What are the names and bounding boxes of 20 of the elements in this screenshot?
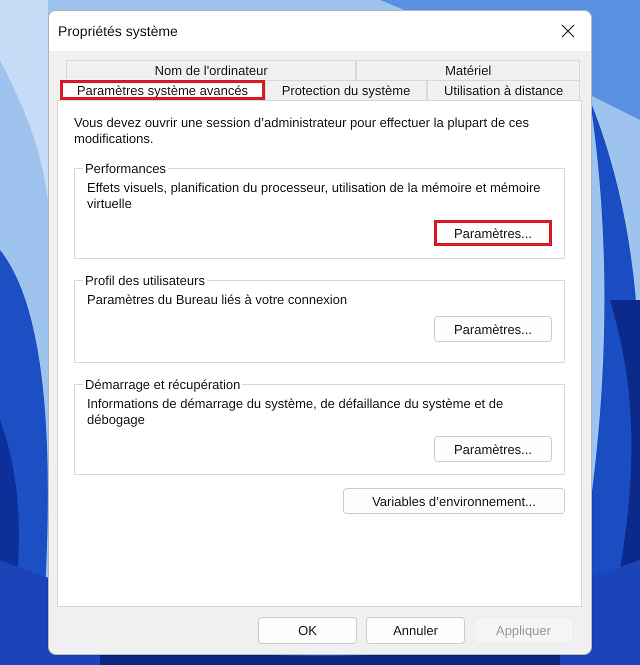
dialog-button[interactable]: Annuler [366, 617, 465, 644]
group-description: Paramètres du Bureau liés à votre connexion [87, 292, 348, 308]
tab[interactable]: Paramètres système avancés [60, 80, 265, 100]
tab[interactable]: Utilisation à distance [427, 80, 580, 100]
close-icon [561, 24, 575, 38]
tab[interactable]: Matériel [356, 60, 580, 80]
tab[interactable]: Nom de l'ordinateur [66, 60, 356, 80]
environment-variables-button[interactable]: Variables d’environnement... [343, 488, 565, 514]
group-title: Performances [84, 161, 167, 176]
group-title: Profil des utilisateurs [84, 273, 206, 288]
group-title: Démarrage et récupération [84, 377, 242, 392]
settings-button[interactable]: Paramètres... [434, 436, 552, 462]
group-description: Effets visuels, planification du processeur, utilisation de la mémoire et mémoire virtuelle [87, 180, 542, 212]
tab[interactable]: Protection du système [264, 80, 428, 100]
dialog-button[interactable]: OK [258, 617, 357, 644]
group-description: Informations de démarrage du système, de défaillance du système et de débogage [87, 396, 504, 428]
notice-text: Vous devez ouvrir une session d’administrateur pour effectuer la plupart de ces modifications. [74, 115, 530, 147]
settings-button[interactable]: Paramètres... [434, 220, 552, 246]
settings-button[interactable]: Paramètres... [434, 316, 552, 342]
window-title: Propriétés système [58, 23, 178, 39]
